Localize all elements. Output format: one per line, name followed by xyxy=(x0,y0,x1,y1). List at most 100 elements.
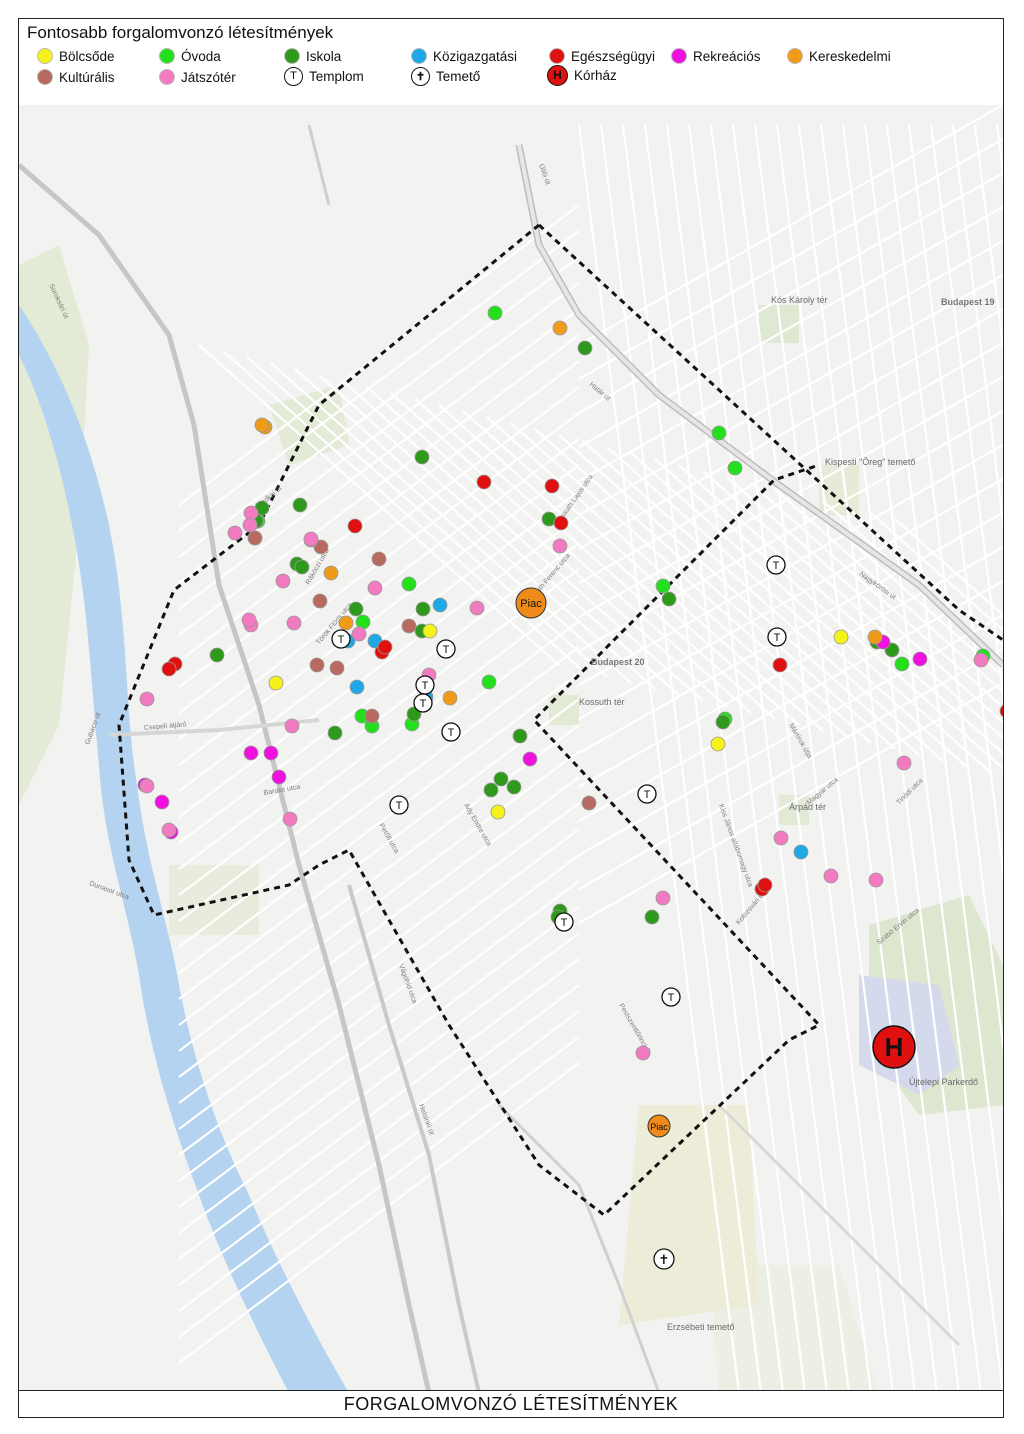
church-symbol: T xyxy=(443,644,450,656)
poi-iskola xyxy=(348,601,364,617)
hospital-symbol: H xyxy=(885,1032,904,1062)
poi-bolcsode xyxy=(490,804,506,820)
legend-item-templom: T Templom xyxy=(284,66,364,86)
poi-iskola xyxy=(512,728,528,744)
legend-label-iskola: Iskola xyxy=(306,48,342,64)
legend-item-rekreacios: Rekreációs xyxy=(671,47,761,65)
poi-kulturalis xyxy=(371,551,387,567)
legend-item-kereskedelmi: Kereskedelmi xyxy=(787,47,891,65)
poi-ovoda xyxy=(481,674,497,690)
kereskedelmi-dot-icon xyxy=(787,48,803,64)
legend-item-bolcsode: Bölcsőde xyxy=(37,47,115,65)
poi-rekreacios xyxy=(912,651,928,667)
bolcsode-dot-icon xyxy=(37,48,53,64)
legend-label-bolcsode: Bölcsőde xyxy=(59,48,115,64)
poi-jatszoter xyxy=(823,868,839,884)
legend-item-kozigazgatasi: Közigazgatási xyxy=(411,47,517,65)
egeszsegugyi-dot-icon xyxy=(549,48,565,64)
legend-label-templom: Templom xyxy=(309,68,364,84)
church-icon: T xyxy=(389,795,409,815)
map-area[interactable]: Kispesti "Öreg" temető Erzsébeti temető Új… xyxy=(19,105,1003,1393)
place-label: Erzsébeti temető xyxy=(667,1322,735,1332)
poi-iskola xyxy=(483,782,499,798)
poi-iskola xyxy=(209,647,225,663)
poi-jatszoter xyxy=(469,600,485,616)
poi-jatszoter xyxy=(773,830,789,846)
church-icon: T xyxy=(661,987,681,1007)
poi-iskola xyxy=(506,779,522,795)
poi-egeszsegugyi xyxy=(757,877,773,893)
legend-label-kozigazgatasi: Közigazgatási xyxy=(433,48,518,64)
church-icon: T xyxy=(554,912,574,932)
poi-egeszsegugyi xyxy=(377,639,393,655)
cemetery-symbol: ✝ xyxy=(659,1253,670,1268)
poi-jatszoter xyxy=(227,525,243,541)
poi-iskola xyxy=(327,725,343,741)
church-symbol: T xyxy=(668,992,675,1004)
church-symbol: T xyxy=(338,634,345,646)
legend-item-jatszoter: Játszótér xyxy=(159,68,236,86)
legend-label-korhaz: Kórház xyxy=(574,67,617,83)
poi-ovoda xyxy=(487,305,503,321)
poi-ovoda xyxy=(727,460,743,476)
legend-label-jatszoter: Játszótér xyxy=(181,69,236,85)
poi-jatszoter xyxy=(552,538,568,554)
church-icon: T xyxy=(441,722,461,742)
hospital-icon: H xyxy=(547,64,568,86)
poi-jatszoter xyxy=(655,890,671,906)
legend-label-temeto: Temető xyxy=(436,68,481,84)
poi-egeszsegugyi xyxy=(476,474,492,490)
map-frame: Fontosabb forgalomvonzó létesítmények Bö… xyxy=(18,18,1004,1418)
poi-ovoda xyxy=(401,576,417,592)
poi-bolcsode xyxy=(833,629,849,645)
rekreacios-dot-icon xyxy=(671,48,687,64)
kozigazgatasi-dot-icon xyxy=(411,48,427,64)
church-symbol: T xyxy=(644,789,651,801)
poi-kulturalis xyxy=(329,660,345,676)
poi-jatszoter xyxy=(139,691,155,707)
poi-jatszoter xyxy=(241,612,257,628)
poi-jatszoter xyxy=(367,580,383,596)
place-label: Kossuth tér xyxy=(579,697,625,707)
poi-bolcsode xyxy=(710,736,726,752)
church-symbol: T xyxy=(773,560,780,572)
legend-title: Fontosabb forgalomvonzó létesítmények xyxy=(27,23,334,42)
poi-kereskedelmi xyxy=(323,565,339,581)
legend-item-ovoda: Óvoda xyxy=(159,47,221,65)
poi-kereskedelmi xyxy=(254,417,270,433)
poi-bolcsode xyxy=(268,675,284,691)
poi-jatszoter xyxy=(282,811,298,827)
poi-iskola xyxy=(715,714,731,730)
poi-ovoda xyxy=(894,656,910,672)
poi-kereskedelmi xyxy=(442,690,458,706)
poi-kereskedelmi xyxy=(867,629,883,645)
church-symbol: T xyxy=(396,800,403,812)
legend-item-korhaz: H Kórház xyxy=(547,64,617,86)
poi-kulturalis xyxy=(247,530,263,546)
church-symbol: T xyxy=(774,632,781,644)
poi-kozigazgatasi xyxy=(793,844,809,860)
poi-egeszsegugyi xyxy=(161,661,177,677)
church-icon: T xyxy=(767,627,787,647)
district-label: Budapest 19 xyxy=(941,297,995,307)
kulturalis-dot-icon xyxy=(37,69,53,85)
legend-item-iskola: Iskola xyxy=(284,47,341,65)
poi-ovoda xyxy=(711,425,727,441)
church-icon: T xyxy=(637,784,657,804)
place-label: Újtelepi Parkerdő xyxy=(909,1077,978,1087)
footer: FORGALOMVONZÓ LÉTESÍTMÉNYEK xyxy=(19,1390,1003,1417)
cemetery-icon: ✝ xyxy=(653,1248,675,1270)
legend-label-egeszsegugyi: Egészségügyi xyxy=(571,48,656,64)
church-icon: T xyxy=(413,693,433,713)
poi-kulturalis xyxy=(364,708,380,724)
poi-kozigazgatasi xyxy=(432,597,448,613)
legend-item-temeto: ✝ Temető xyxy=(411,66,481,86)
jatszoter-dot-icon xyxy=(159,69,175,85)
poi-iskola xyxy=(414,449,430,465)
map-canvas[interactable]: Kispesti "Öreg" temető Erzsébeti temető Új… xyxy=(19,105,1003,1393)
church-icon: T xyxy=(284,66,303,86)
poi-jatszoter xyxy=(242,517,258,533)
poi-kereskedelmi xyxy=(338,615,354,631)
market-icon: Piac xyxy=(647,1114,671,1138)
poi-rekreacios xyxy=(243,745,259,761)
